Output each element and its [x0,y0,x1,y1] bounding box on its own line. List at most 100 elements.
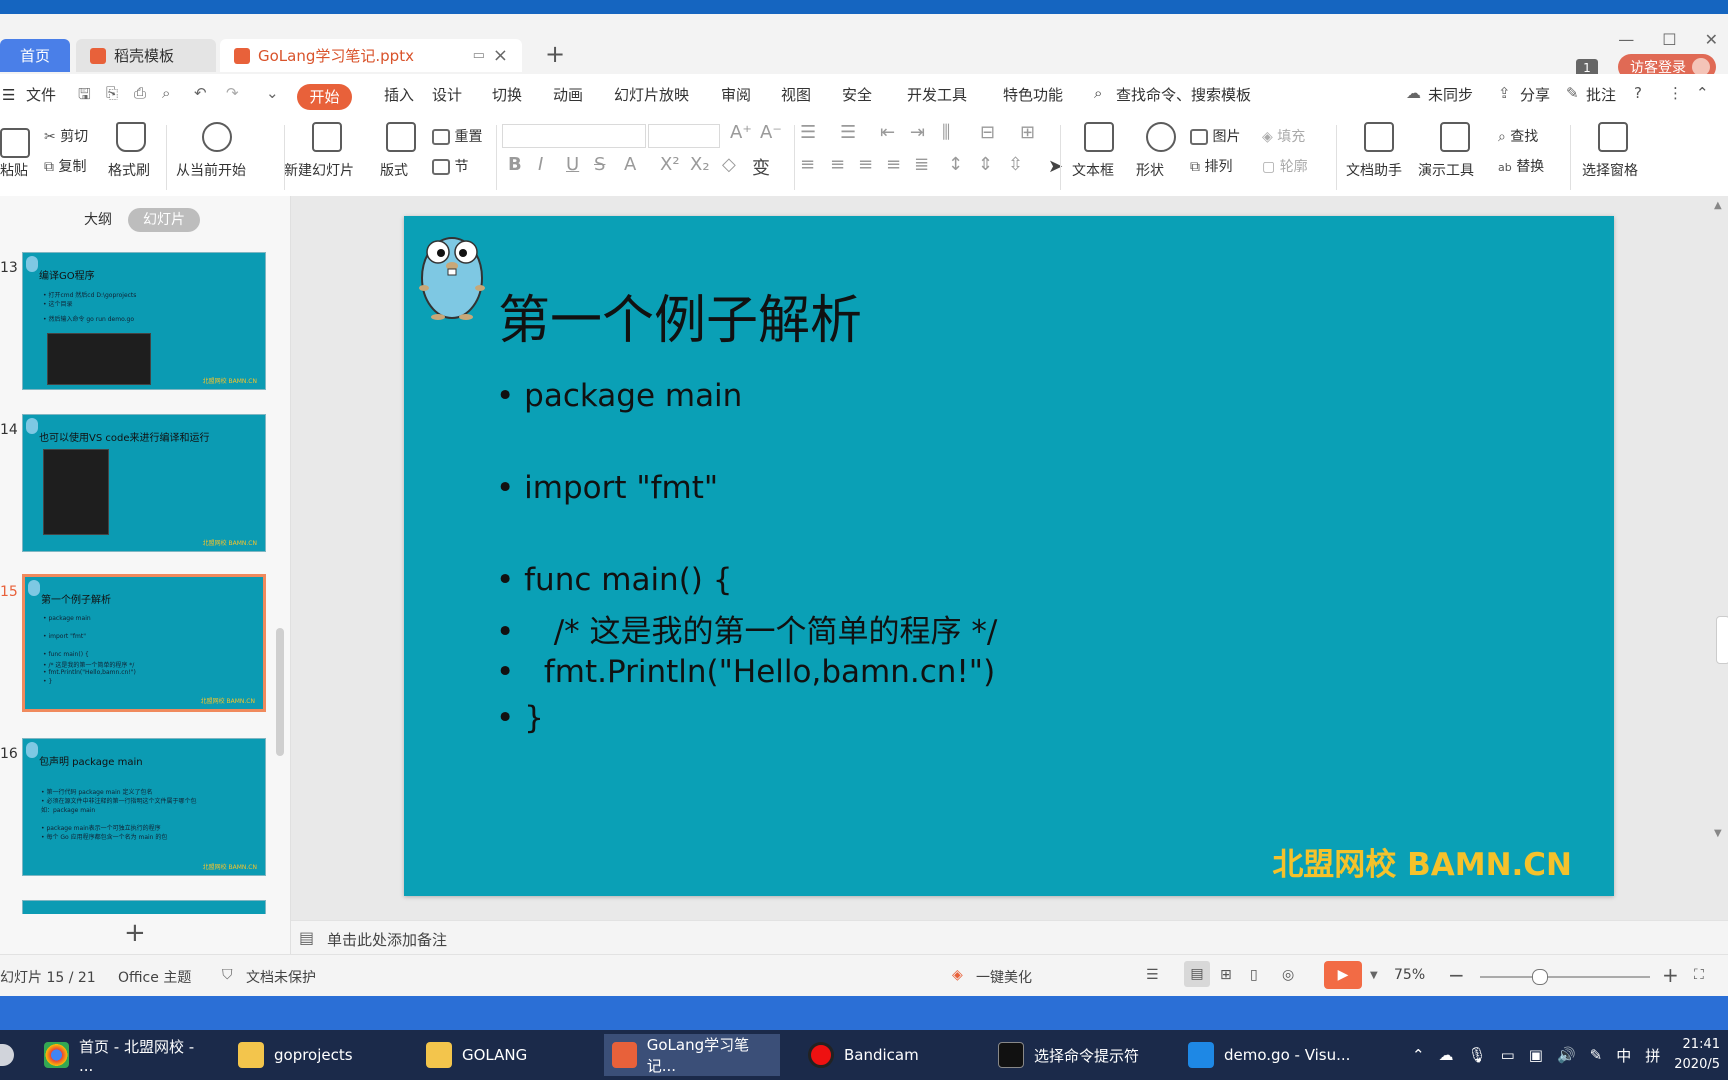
doc-assistant-button[interactable]: 文档助手 [1346,160,1402,180]
quick-access-dropdown-icon[interactable]: ⌄ [266,84,279,102]
shape-button[interactable]: 形状 [1136,160,1164,180]
print-icon[interactable]: ⎙ [134,84,146,102]
superscript-icon[interactable]: X² [660,154,680,175]
scroll-down-icon[interactable]: ▼ [1714,828,1722,839]
slide-bullet[interactable]: • fmt.Println("Hello,bamn.cn!") [496,654,995,690]
clear-format-icon[interactable]: ◇ [722,154,736,175]
taskbar-item-golang[interactable]: GOLANG [418,1034,588,1076]
taskbar-item-browser[interactable]: 首页 - 北盟网校 - ... [36,1034,216,1076]
slide-thumbnail-13[interactable]: 编译GO程序 • 打开cmd 然后cd D:\goprojects • 这个目录… [22,252,266,390]
menu-animation[interactable]: 动画 [553,84,583,105]
bullets-icon[interactable]: ☰ [800,122,816,143]
notes-toggle-icon[interactable]: ☰ [1146,967,1159,983]
reset-button[interactable]: 重置 [454,129,482,145]
distribute-icon[interactable]: ≣ [914,154,929,175]
align-right-icon[interactable]: ≡ [858,154,873,175]
sync-status[interactable]: 未同步 [1428,84,1473,105]
add-slide-icon[interactable]: + [124,918,146,948]
zoom-slider-handle[interactable] [1532,969,1548,985]
phonetic-icon[interactable]: 变 [752,154,770,180]
font-size-select[interactable] [648,124,720,148]
save-icon[interactable]: 🖫 [78,84,91,109]
battery-icon[interactable]: ▭ [1501,1046,1515,1064]
export-icon[interactable]: ⎘ [106,84,118,102]
protection-status[interactable]: 文档未保护 [246,967,316,987]
close-tab-icon[interactable]: × [493,45,508,66]
slide-thumbnail-14[interactable]: 也可以使用VS code来进行编译和运行 北盟网校 BAMN.CN [22,414,266,552]
menu-security[interactable]: 安全 [842,84,872,105]
new-tab-icon[interactable]: + [545,40,565,68]
paragraph-settings-icon[interactable]: ⇳ [1008,154,1023,175]
increase-indent-icon[interactable]: ⇥ [910,122,925,143]
selection-pane-icon[interactable] [1598,122,1628,152]
menu-start[interactable]: 开始 [297,84,352,110]
onedrive-icon[interactable]: ☁ [1439,1046,1454,1064]
network-icon[interactable]: ▣ [1529,1046,1543,1064]
slide-bullet[interactable]: • func main() { [496,562,732,598]
section-button[interactable]: 节 [454,159,468,175]
redo-icon[interactable]: ↷ [226,84,239,102]
volume-icon[interactable]: 🔊 [1557,1046,1576,1064]
presentation-tools-button[interactable]: 演示工具 [1418,160,1474,180]
fill-button[interactable]: 填充 [1277,129,1305,145]
maximize-icon[interactable]: ☐ [1662,30,1676,49]
align-center-icon[interactable]: ≡ [830,154,845,175]
taskbar-item-goprojects[interactable]: goprojects [230,1034,400,1076]
clock[interactable]: 21:41 2020/5 [1674,1035,1720,1075]
zoom-in-icon[interactable]: + [1662,963,1679,987]
share-button[interactable]: 分享 [1520,84,1550,105]
hamburger-icon[interactable]: ☰ [2,86,15,104]
taskbar-item-cmd[interactable]: 选择命令提示符 [990,1034,1162,1076]
copy-button[interactable]: 复制 [58,159,86,175]
textbox-icon[interactable] [1084,122,1114,152]
more-icon[interactable]: ⋮ [1668,84,1683,102]
find-button[interactable]: 查找 [1510,129,1538,145]
fit-window-icon[interactable]: ⛶ [1694,967,1704,983]
taskbar-item-bandicam[interactable]: Bandicam [800,1034,970,1076]
slide-bullet[interactable]: • import "fmt" [496,470,718,506]
taskbar-item-vscode[interactable]: demo.go - Visu... [1180,1034,1370,1076]
pen-icon[interactable]: ✎ [1590,1046,1603,1064]
underline-icon[interactable]: U [566,154,579,175]
textbox-button[interactable]: 文本框 [1072,160,1114,180]
zoom-out-icon[interactable]: − [1448,963,1465,987]
reading-view-icon[interactable]: ▯ [1250,967,1258,983]
cut-button[interactable]: 剪切 [60,129,88,145]
slide-title[interactable]: 第一个例子解析 [498,278,862,353]
line-spacing-icon[interactable]: ↕ [948,154,963,175]
new-slide-icon[interactable] [312,122,342,152]
slide-bullet[interactable]: • package main [496,378,742,414]
outline-button[interactable]: 轮廓 [1280,159,1308,175]
scroll-up-icon[interactable]: ▲ [1714,200,1722,211]
paste-button[interactable]: 粘贴 [0,160,28,180]
decrease-font-icon[interactable]: A⁻ [760,122,782,143]
notes-area[interactable]: ▤ 单击此处添加备注 [291,920,1728,955]
taskbar-item-wps[interactable]: GoLang学习笔记... [604,1034,780,1076]
theme-name[interactable]: Office 主题 [118,967,191,987]
tab-templates[interactable]: 稻壳模板 [76,39,216,72]
menu-design[interactable]: 设计 [432,84,462,105]
menu-transition[interactable]: 切换 [492,84,522,105]
doc-assistant-icon[interactable] [1364,122,1394,152]
play-dropdown-icon[interactable]: ▼ [1370,970,1378,981]
zoom-slider-track[interactable] [1480,976,1650,978]
format-painter-button[interactable]: 格式刷 [108,160,150,180]
ime-mode[interactable]: 拼 [1645,1045,1660,1066]
slide-bullet[interactable]: • /* 这是我的第一个简单的程序 */ [496,606,997,651]
ime-language[interactable]: 中 [1616,1045,1631,1066]
command-search[interactable]: 查找命令、搜索模板 [1116,84,1251,105]
current-slide[interactable]: 第一个例子解析 • package main • import "fmt" • … [404,216,1614,896]
align-left-icon[interactable]: ≡ [800,154,815,175]
shape-icon[interactable] [1146,122,1176,152]
font-family-select[interactable] [502,124,646,148]
picture-button[interactable]: 图片 [1212,129,1240,145]
arrange-button[interactable]: 排列 [1204,159,1232,175]
italic-icon[interactable]: I [538,154,543,175]
tab-slides[interactable]: 幻灯片 [128,208,200,232]
menu-review[interactable]: 审阅 [721,84,751,105]
comment-button[interactable]: 批注 [1586,84,1616,105]
slide-thumbnail-16[interactable]: 包声明 package main • 第一行代码 package main 定义… [22,738,266,876]
menu-insert[interactable]: 插入 [384,84,414,105]
tab-home[interactable]: 首页 [0,39,70,72]
sorter-view-icon[interactable]: ⊞ [1220,967,1232,983]
